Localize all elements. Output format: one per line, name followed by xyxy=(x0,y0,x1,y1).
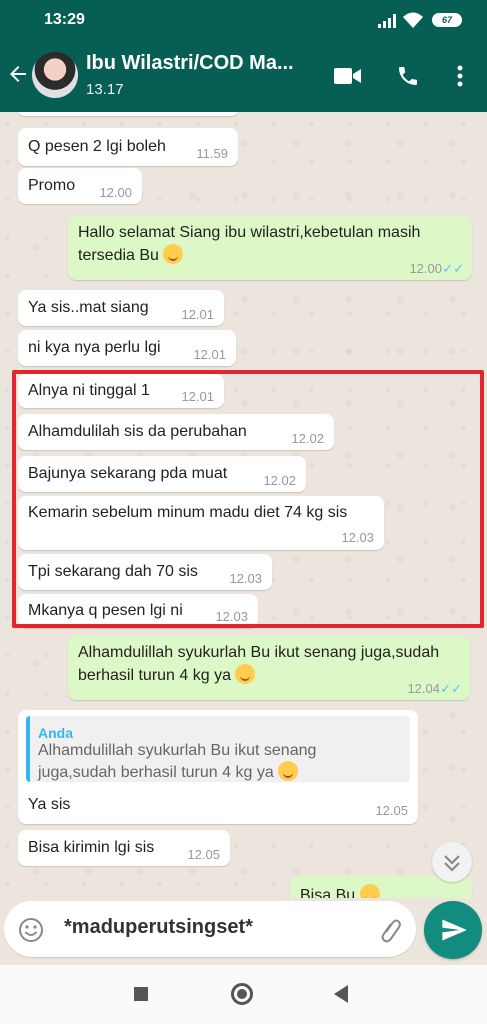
phone-icon[interactable] xyxy=(396,64,420,88)
back-arrow-icon[interactable] xyxy=(6,62,30,86)
send-icon xyxy=(442,919,467,941)
nav-recent-icon[interactable] xyxy=(134,987,148,1001)
message-input-bar: *maduperutsingset* xyxy=(4,901,416,957)
message-time: 12.01 xyxy=(181,389,214,404)
message-time: 11.59 xyxy=(196,146,228,161)
message-incoming-reply[interactable]: Anda Alhamdulillah syukurlah Bu ikut sen… xyxy=(18,710,418,824)
chat-area[interactable]: Q pesen 2 lgi boleh 11.59 Promo 12.00 Ha… xyxy=(0,112,487,898)
quoted-text: Alhamdulillah syukurlah Bu ikut senang j… xyxy=(38,740,398,783)
message-text: Mkanya q pesen lgi ni xyxy=(28,602,183,619)
message-time: 12.03 xyxy=(229,571,262,586)
quoted-text-body: Alhamdulillah syukurlah Bu ikut senang j… xyxy=(38,742,317,781)
system-nav-bar xyxy=(0,965,487,1024)
message-text: Alhamdulillah syukurlah Bu ikut senang j… xyxy=(78,644,440,684)
smiling-emoji-icon xyxy=(163,244,184,264)
send-button[interactable] xyxy=(424,901,482,959)
message-text: Kemarin sebelum minum madu diet 74 kg si… xyxy=(28,504,348,521)
scroll-down-button[interactable] xyxy=(432,842,472,882)
message-incoming[interactable]: Alhamdulilah sis da perubahan 12.02 xyxy=(18,414,334,450)
message-incoming[interactable]: Kemarin sebelum minum madu diet 74 kg si… xyxy=(18,496,384,550)
message-incoming[interactable]: ni kya nya perlu lgi 12.01 xyxy=(18,330,236,366)
message-time: 12.05 xyxy=(375,803,408,818)
nav-home-icon[interactable] xyxy=(231,983,253,1005)
message-time: 12.02 xyxy=(263,473,296,488)
message-time: 12.03 xyxy=(215,609,248,624)
message-incoming[interactable]: Q pesen 2 lgi boleh 11.59 xyxy=(18,128,238,166)
message-incoming[interactable]: Tpi sekarang dah 70 sis 12.03 xyxy=(18,554,272,590)
status-time: 13:29 xyxy=(44,11,85,28)
message-incoming[interactable]: Bisa kirimin lgi sis 12.05 xyxy=(18,830,230,866)
avatar[interactable] xyxy=(32,52,78,98)
message-incoming[interactable]: Ya sis..mat siang 12.01 xyxy=(18,290,224,326)
wifi-icon xyxy=(403,12,423,28)
smiling-emoji-icon xyxy=(278,761,299,781)
message-incoming[interactable]: Alnya ni tinggal 1 12.01 xyxy=(18,374,224,408)
signal-icon xyxy=(378,14,396,28)
message-time: 12.04 xyxy=(407,681,440,696)
message-text: Ya sis xyxy=(28,796,71,813)
message-incoming[interactable]: Bajunya sekarang pda muat 12.02 xyxy=(18,456,306,492)
message-text: Bajunya sekarang pda muat xyxy=(28,465,228,482)
battery-icon: 67 xyxy=(432,13,462,27)
message-text: Promo xyxy=(28,177,76,194)
video-call-icon[interactable] xyxy=(334,67,362,85)
message-time: 12.02 xyxy=(291,431,324,446)
quoted-message[interactable]: Anda Alhamdulillah syukurlah Bu ikut sen… xyxy=(26,716,410,782)
nav-back-icon[interactable] xyxy=(334,985,348,1003)
message-outgoing[interactable]: Alhamdulillah syukurlah Bu ikut senang j… xyxy=(68,636,470,700)
scroll-down-icon xyxy=(444,855,460,872)
message-time: 12.05 xyxy=(187,847,220,862)
message-time: 12.03 xyxy=(341,530,374,545)
more-options-icon[interactable] xyxy=(455,64,465,88)
message-text: Tpi sekarang dah 70 sis xyxy=(28,563,198,580)
message-incoming[interactable]: Mkanya q pesen lgi ni 12.03 xyxy=(18,594,258,628)
message-time: 12.01 xyxy=(181,307,214,322)
chat-header: Ibu Wilastri/COD Ma... 13.17 xyxy=(0,40,487,112)
message-text: Bisa kirimin lgi sis xyxy=(28,839,155,856)
message-input[interactable]: *maduperutsingset* xyxy=(64,916,364,939)
message-text: Q pesen 2 lgi boleh xyxy=(28,138,166,155)
message-text: Bisa Bu xyxy=(300,887,356,898)
last-seen: 13.17 xyxy=(86,81,124,98)
attach-icon[interactable] xyxy=(378,917,404,943)
message-text: Alhamdulilah sis da perubahan xyxy=(28,423,247,440)
message-time: 12.00 xyxy=(99,185,132,200)
message-incoming[interactable] xyxy=(18,112,238,116)
message-text: Ya sis..mat siang xyxy=(28,299,149,316)
message-text: ni kya nya perlu lgi xyxy=(28,339,161,356)
smiling-emoji-icon xyxy=(359,884,380,898)
emoji-icon[interactable] xyxy=(18,917,44,943)
message-text: Hallo selamat Siang ibu wilastri,kebetul… xyxy=(78,224,421,264)
contact-name[interactable]: Ibu Wilastri/COD Ma... xyxy=(86,52,326,75)
read-ticks-icon: ✓✓ xyxy=(440,681,462,696)
message-incoming[interactable]: Promo 12.00 xyxy=(18,168,142,204)
message-text: Alnya ni tinggal 1 xyxy=(28,382,150,399)
message-time: 12.01 xyxy=(193,347,226,362)
status-bar: 13:29 67 xyxy=(0,0,487,40)
message-outgoing[interactable]: Hallo selamat Siang ibu wilastri,kebetul… xyxy=(68,216,472,280)
message-time: 12.00 xyxy=(409,261,442,276)
smiling-emoji-icon xyxy=(235,664,256,684)
read-ticks-icon: ✓✓ xyxy=(442,261,464,276)
